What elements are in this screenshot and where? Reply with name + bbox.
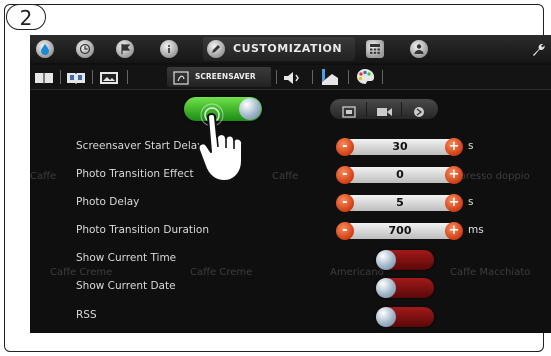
toggle-label: Show Current Time bbox=[76, 252, 177, 264]
video-mode-icon[interactable] bbox=[369, 103, 399, 116]
decrement-button[interactable]: - bbox=[336, 194, 354, 212]
image-mode-icon[interactable] bbox=[334, 103, 364, 118]
setting-value: 700 bbox=[388, 224, 412, 237]
top-nav-bar: CUSTOMIZATION bbox=[30, 35, 551, 63]
picture-frame-icon[interactable] bbox=[99, 70, 119, 89]
book-icon[interactable] bbox=[34, 70, 54, 89]
screensaver-mode-selector bbox=[330, 99, 438, 119]
machine-display: Caffe Creme Caffe Creme Americano Caffe … bbox=[30, 35, 551, 333]
setting-value-field: 700 bbox=[348, 223, 452, 239]
cup-icon[interactable] bbox=[320, 68, 340, 90]
water-drop-icon[interactable] bbox=[36, 40, 54, 58]
clock-icon[interactable] bbox=[76, 40, 94, 58]
setting-label: Screensaver Start Delay bbox=[76, 140, 204, 152]
setting-value: 5 bbox=[396, 196, 404, 209]
toggle-label: Show Current Date bbox=[76, 280, 176, 292]
pointing-hand-icon bbox=[196, 103, 266, 189]
palette-icon[interactable] bbox=[355, 68, 375, 90]
setting-unit: s bbox=[468, 140, 474, 152]
show-date-toggle[interactable] bbox=[376, 278, 434, 298]
increment-button[interactable]: + bbox=[445, 194, 463, 212]
toggle-knob bbox=[376, 307, 396, 327]
setting-unit: ms bbox=[468, 224, 484, 236]
tab-screensaver-label: SCREENSAVER bbox=[195, 72, 256, 81]
setting-label: Photo Transition Duration bbox=[76, 224, 210, 236]
increment-button[interactable]: + bbox=[445, 222, 463, 240]
setting-value-field: 5 bbox=[348, 195, 452, 211]
toggle-row-show-date: Show Current Date bbox=[30, 276, 551, 298]
decrement-button[interactable]: - bbox=[336, 166, 354, 184]
step-number-badge: 2 bbox=[6, 4, 46, 30]
screensaver-icon bbox=[173, 70, 189, 89]
tab-customization-label: CUSTOMIZATION bbox=[233, 42, 343, 55]
tab-customization[interactable]: CUSTOMIZATION bbox=[203, 37, 355, 61]
decrement-button[interactable]: - bbox=[336, 222, 354, 240]
sub-nav-bar: SCREENSAVER bbox=[30, 65, 551, 90]
disabled-mode-icon[interactable] bbox=[404, 103, 434, 117]
calculator-icon[interactable] bbox=[366, 40, 384, 58]
setting-value: 30 bbox=[392, 140, 408, 153]
speaker-icon[interactable] bbox=[283, 70, 305, 89]
setting-row-start-delay: Screensaver Start Delay 30 - + s bbox=[30, 136, 551, 158]
setting-unit: s bbox=[468, 196, 474, 208]
setting-label: Photo Delay bbox=[76, 196, 140, 208]
tab-screensaver[interactable]: SCREENSAVER bbox=[167, 67, 271, 87]
wrench-icon[interactable] bbox=[530, 41, 546, 61]
customization-icon bbox=[207, 40, 225, 58]
flag-icon[interactable] bbox=[116, 40, 134, 58]
toggle-knob bbox=[376, 250, 396, 270]
setting-value: 0 bbox=[396, 168, 404, 181]
rss-toggle[interactable] bbox=[376, 307, 434, 327]
setting-value-field: 30 bbox=[348, 139, 452, 155]
toggle-label: RSS bbox=[76, 309, 97, 321]
toggle-knob bbox=[376, 278, 396, 298]
info-icon[interactable] bbox=[160, 40, 178, 58]
increment-button[interactable]: + bbox=[445, 138, 463, 156]
book-image-icon[interactable] bbox=[66, 70, 86, 89]
toggle-row-show-time: Show Current Time bbox=[30, 248, 551, 270]
show-time-toggle[interactable] bbox=[376, 250, 434, 270]
toggle-row-rss: RSS bbox=[30, 305, 551, 327]
user-lock-icon[interactable] bbox=[410, 40, 428, 58]
decrement-button[interactable]: - bbox=[336, 138, 354, 156]
setting-row-transition-duration: Photo Transition Duration 700 - + ms bbox=[30, 220, 551, 242]
setting-row-transition-effect: Photo Transition Effect 0 - + bbox=[30, 164, 551, 186]
increment-button[interactable]: + bbox=[445, 166, 463, 184]
setting-row-photo-delay: Photo Delay 5 - + s bbox=[30, 192, 551, 214]
setting-value-field: 0 bbox=[348, 167, 452, 183]
setting-label: Photo Transition Effect bbox=[76, 168, 194, 180]
